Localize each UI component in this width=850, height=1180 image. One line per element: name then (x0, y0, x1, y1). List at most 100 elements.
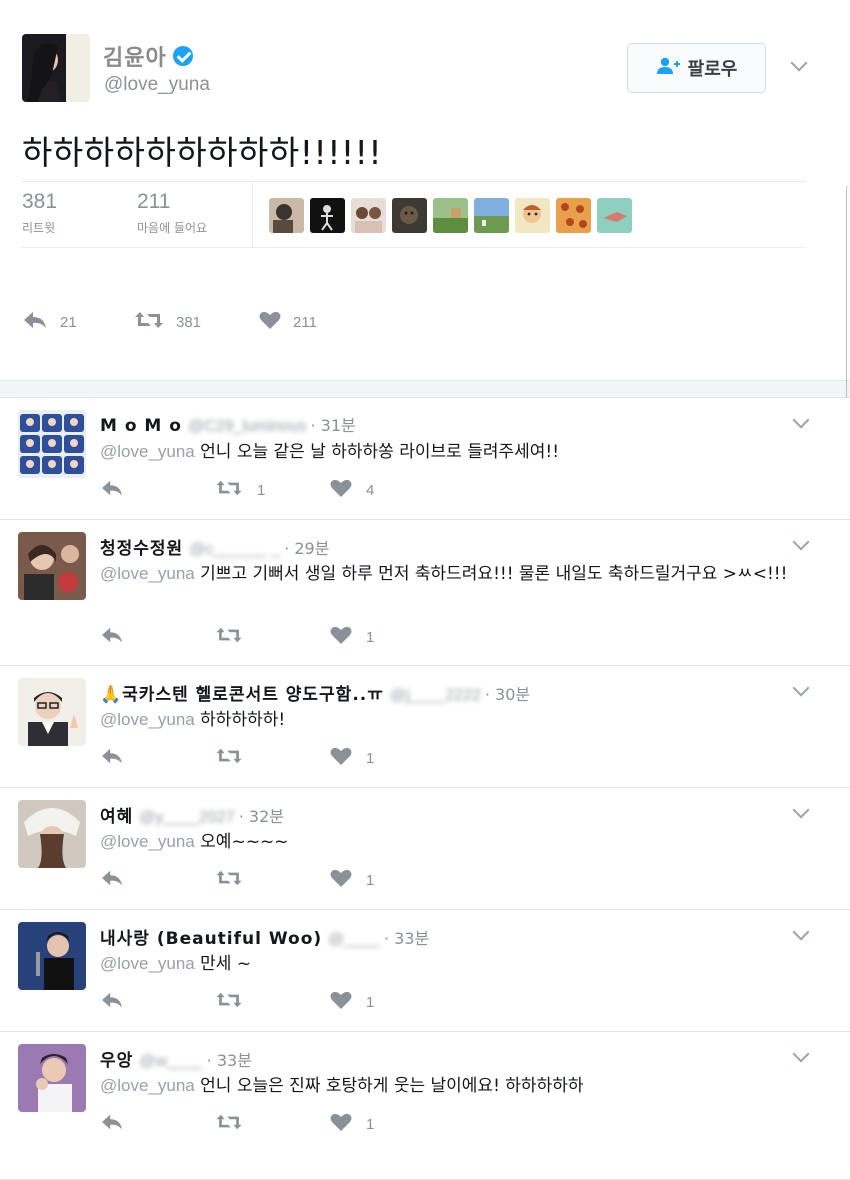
retweets-label: 리트윗 (22, 221, 56, 235)
reply-action[interactable] (100, 479, 215, 501)
reply-display-name[interactable]: 우앙 (100, 1046, 133, 1071)
chevron-down-icon[interactable] (792, 533, 810, 551)
reply-action[interactable]: 21 (22, 310, 134, 334)
reply-text: @love_yuna 언니 오늘은 진짜 호탕하게 웃는 날이에요! 하하하하하 (100, 1072, 810, 1100)
likes-stat[interactable]: 211 마음에 들어요 (137, 190, 207, 236)
liker-avatar[interactable] (515, 198, 550, 233)
reply-action[interactable] (100, 991, 215, 1013)
reply-header: M o M o @C29_luminous · 31분 (100, 412, 356, 436)
retweet-action[interactable]: 1 (215, 479, 330, 501)
chevron-down-icon[interactable] (792, 1045, 810, 1063)
reply-action[interactable] (100, 1113, 215, 1135)
retweet-icon (215, 626, 243, 648)
reply-handle[interactable]: @j____2222 (390, 687, 481, 705)
like-action[interactable]: 1 (330, 625, 374, 649)
follow-button[interactable]: 팔로우 (627, 43, 766, 93)
reply-actions: 1 (100, 868, 374, 892)
reply-mention[interactable]: @love_yuna (100, 954, 195, 973)
chevron-down-icon[interactable] (792, 679, 810, 697)
reply-time[interactable]: · 30분 (485, 681, 530, 705)
reply-avatar[interactable] (18, 800, 86, 868)
retweet-action[interactable] (215, 626, 330, 648)
reply-avatar[interactable] (18, 410, 86, 478)
retweets-stat[interactable]: 381 리트윗 (22, 190, 57, 236)
like-action[interactable]: 1 (330, 868, 374, 892)
reply-time[interactable]: · 31분 (310, 412, 355, 436)
reply-avatar[interactable] (18, 922, 86, 990)
chevron-down-icon[interactable] (790, 54, 808, 72)
like-action[interactable]: 4 (330, 478, 374, 502)
retweet-action[interactable] (215, 747, 330, 769)
retweet-icon (215, 479, 243, 501)
heart-icon (330, 478, 352, 502)
like-count: 1 (366, 1115, 375, 1133)
liker-avatar[interactable] (556, 198, 591, 233)
like-action[interactable]: 211 (259, 310, 317, 334)
reply-actions: 1 4 (100, 478, 374, 502)
like-action[interactable]: 1 (330, 1112, 374, 1136)
reply-avatar[interactable] (18, 532, 86, 600)
reply-body: 기쁘고 기뻐서 생일 하루 먼저 축하드려요!!! 물론 내일도 축하드릴거구요… (200, 564, 788, 584)
reply-tweet[interactable]: 우앙 @w____ · 33분 @love_yuna 언니 오늘은 진짜 호탕하… (0, 1032, 850, 1180)
reply-time[interactable]: · 29분 (284, 535, 329, 559)
like-action[interactable]: 1 (330, 990, 374, 1014)
reply-mention[interactable]: @love_yuna (100, 710, 195, 729)
heart-icon (330, 746, 352, 770)
liker-avatar[interactable] (351, 198, 386, 233)
reply-mention[interactable]: @love_yuna (100, 832, 195, 851)
reply-mention[interactable]: @love_yuna (100, 1076, 195, 1095)
reply-handle[interactable]: @c______ _ (189, 541, 280, 559)
reply-handle[interactable]: @w____ (139, 1053, 202, 1071)
reply-avatar[interactable] (18, 1044, 86, 1112)
reply-display-name[interactable]: 여혜 (100, 802, 133, 827)
like-action[interactable]: 1 (330, 746, 374, 770)
reply-icon (100, 991, 124, 1013)
reply-action[interactable] (100, 626, 215, 648)
reply-display-name[interactable]: M o M o (100, 416, 182, 436)
retweet-icon (134, 310, 164, 334)
reply-tweet[interactable]: 내사랑 (Beautiful Woo) @____ · 33분 @love_yu… (0, 910, 850, 1032)
reply-mention[interactable]: @love_yuna (100, 564, 195, 583)
reply-handle[interactable]: @y____2027 (139, 809, 234, 827)
likes-label: 마음에 들어요 (137, 221, 208, 235)
reply-display-name[interactable]: 청정수정원 (100, 534, 183, 559)
liker-avatar[interactable] (474, 198, 509, 233)
chevron-down-icon[interactable] (792, 411, 810, 429)
reply-mention[interactable]: @love_yuna (100, 442, 195, 461)
reply-action[interactable] (100, 869, 215, 891)
reply-action[interactable] (100, 747, 215, 769)
retweet-action[interactable]: 381 (134, 310, 259, 334)
chevron-down-icon[interactable] (792, 801, 810, 819)
retweet-action[interactable] (215, 991, 330, 1013)
main-handle[interactable]: @love_yuna (104, 74, 210, 96)
main-tweet: 김윤아 @love_yuna 팔로우 하하하하하하하하하!!!!!! 381 리… (0, 0, 850, 380)
liker-avatars (269, 198, 632, 233)
reply-time[interactable]: · 33분 (384, 925, 429, 949)
liker-avatar[interactable] (310, 198, 345, 233)
main-avatar[interactable] (22, 34, 90, 102)
reply-tweet[interactable]: M o M o @C29_luminous · 31분 @love_yuna 언… (0, 398, 850, 520)
liker-avatar[interactable] (269, 198, 304, 233)
liker-avatar[interactable] (392, 198, 427, 233)
reply-tweet[interactable]: 여혜 @y____2027 · 32분 @love_yuna 오예~~~~ 1 (0, 788, 850, 910)
reply-handle[interactable]: @____ (328, 931, 380, 949)
reply-body: 만세 ~ (200, 954, 252, 974)
retweet-action[interactable] (215, 1113, 330, 1135)
reply-handle[interactable]: @C29_luminous (188, 418, 307, 436)
reply-avatar[interactable] (18, 678, 86, 746)
chevron-down-icon[interactable] (792, 923, 810, 941)
reply-tweet[interactable]: 청정수정원 @c______ _ · 29분 @love_yuna 기쁘고 기뻐… (0, 520, 850, 666)
retweet-count: 1 (257, 481, 266, 499)
main-display-name[interactable]: 김윤아 (103, 40, 167, 72)
stats-divider (252, 182, 253, 248)
reply-text: @love_yuna 만세 ~ (100, 950, 810, 978)
liker-avatar[interactable] (433, 198, 468, 233)
reply-tweet[interactable]: 🙏국카스텐 헬로콘서트 양도구함..ㅠ @j____2222 · 30분 @lo… (0, 666, 850, 788)
reply-time[interactable]: · 32분 (239, 803, 284, 827)
reply-display-name[interactable]: 🙏국카스텐 헬로콘서트 양도구함..ㅠ (100, 680, 384, 705)
retweet-icon (215, 1113, 243, 1135)
reply-time[interactable]: · 33분 (207, 1047, 252, 1071)
retweet-action[interactable] (215, 869, 330, 891)
liker-avatar[interactable] (597, 198, 632, 233)
reply-display-name[interactable]: 내사랑 (Beautiful Woo) (100, 924, 322, 949)
